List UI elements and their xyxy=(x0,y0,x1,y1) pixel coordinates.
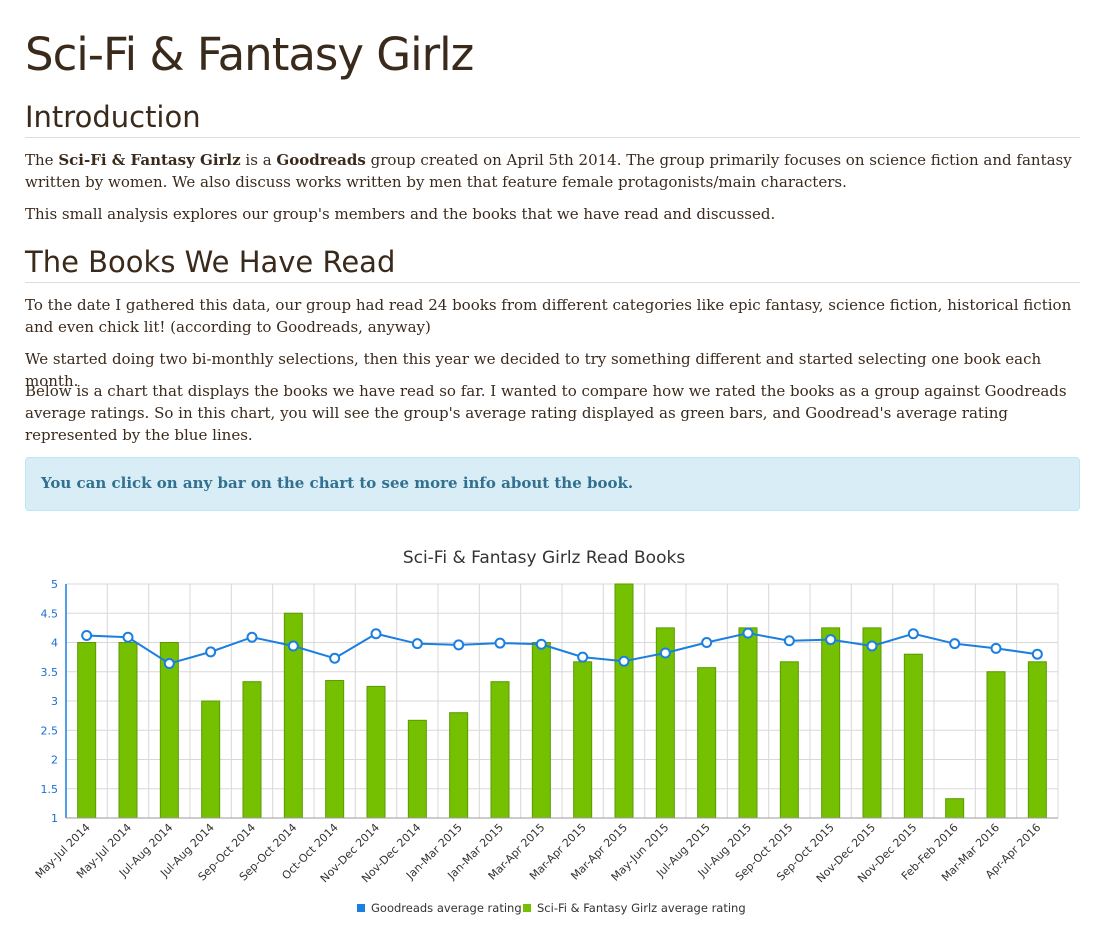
bar[interactable] xyxy=(407,719,427,819)
line-point xyxy=(81,629,93,641)
bar[interactable] xyxy=(118,642,138,819)
line-point xyxy=(783,635,795,647)
line-point xyxy=(494,637,506,649)
bar[interactable] xyxy=(903,653,923,819)
bar[interactable] xyxy=(614,583,634,819)
y-tick-label: 2 xyxy=(51,754,58,767)
y-tick-label: 1 xyxy=(51,812,58,825)
line-point xyxy=(659,647,671,659)
bar[interactable] xyxy=(449,712,469,819)
legend-label-group[interactable]: Sci-Fi & Fantasy Girlz average rating xyxy=(537,901,746,915)
legend-label-goodreads[interactable]: Goodreads average rating xyxy=(371,901,522,915)
line-point xyxy=(949,638,961,650)
y-tick-label: 2.5 xyxy=(41,724,59,737)
bar[interactable] xyxy=(862,627,882,819)
line-point xyxy=(535,638,547,650)
line-point xyxy=(122,631,134,643)
y-tick-label: 4 xyxy=(51,637,58,650)
bar[interactable] xyxy=(490,681,510,819)
bar[interactable] xyxy=(366,685,386,819)
line-point xyxy=(411,638,423,650)
line-point xyxy=(990,642,1002,654)
bar[interactable] xyxy=(986,671,1006,819)
line-point xyxy=(246,631,258,643)
legend-swatch-group[interactable] xyxy=(523,904,531,912)
line-point xyxy=(1031,648,1043,660)
line-point xyxy=(163,658,175,670)
bar[interactable] xyxy=(945,798,965,819)
bar[interactable] xyxy=(201,700,221,819)
line-point xyxy=(329,652,341,664)
bar[interactable] xyxy=(573,661,593,819)
line-point xyxy=(866,640,878,652)
legend-swatch-goodreads[interactable] xyxy=(357,904,365,912)
line-point xyxy=(287,640,299,652)
ratings-chart: Sci-Fi & Fantasy Girlz Read Books 1 1.5 2 2… xyxy=(33,548,1059,915)
bar[interactable] xyxy=(242,681,262,819)
y-tick-label: 1.5 xyxy=(41,783,59,796)
line-point xyxy=(205,646,217,658)
bar[interactable] xyxy=(325,680,345,819)
line-point xyxy=(825,634,837,646)
y-tick-label: 3 xyxy=(51,695,58,708)
bar[interactable] xyxy=(1027,661,1047,819)
bar[interactable] xyxy=(738,627,758,819)
bar[interactable] xyxy=(779,661,799,819)
line-point xyxy=(453,639,465,651)
line-point xyxy=(742,627,754,639)
bar[interactable] xyxy=(531,642,551,819)
line-point xyxy=(370,628,382,640)
line-point xyxy=(577,651,589,663)
bar[interactable] xyxy=(77,642,97,819)
line-point xyxy=(907,628,919,640)
bar[interactable] xyxy=(697,667,717,819)
line-point xyxy=(701,637,713,648)
y-tick-label: 3.5 xyxy=(41,666,59,679)
y-tick-label: 4.5 xyxy=(41,607,59,620)
line-point xyxy=(618,655,630,667)
y-tick-label: 5 xyxy=(51,578,58,591)
chart-legend[interactable]: Goodreads average rating Sci-Fi & Fantasy… xyxy=(357,901,746,915)
bar[interactable] xyxy=(821,627,841,819)
chart-title: Sci-Fi & Fantasy Girlz Read Books xyxy=(403,548,686,568)
